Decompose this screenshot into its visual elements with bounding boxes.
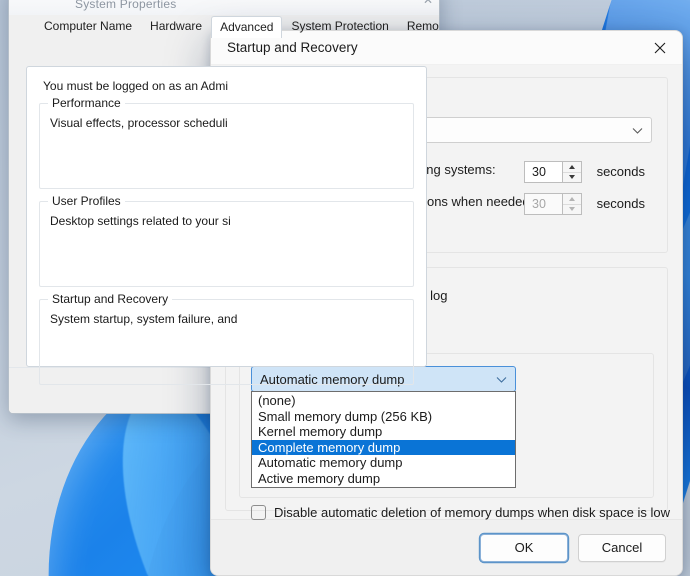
system-properties-body: Computer Name Hardware Advanced System P… (9, 15, 439, 413)
timeout-os-stepper[interactable]: 30 (524, 161, 582, 183)
timeout-recovery-unit: seconds (596, 196, 645, 211)
startup-recovery-group-legend: Startup and Recovery (48, 292, 173, 306)
timeout-os-value[interactable]: 30 (524, 161, 562, 183)
dialog-title: Startup and Recovery (227, 40, 358, 55)
performance-group-legend: Performance (48, 96, 125, 110)
dropdown-option-complete-memory-dump[interactable]: Complete memory dump (252, 439, 515, 455)
triangle-up-icon (569, 196, 575, 201)
triangle-up-icon (569, 164, 575, 169)
startup-recovery-group-description: System startup, system failure, and (50, 312, 238, 326)
timeout-recovery-stepper[interactable]: 30 (524, 193, 582, 215)
tab-computer-name[interactable]: Computer Name (35, 15, 141, 37)
timeout-recovery-increment-button (563, 194, 581, 205)
performance-group: Performance Visual effects, processor sc… (39, 96, 414, 189)
performance-group-description: Visual effects, processor scheduli (50, 116, 228, 130)
timeout-os-decrement-button[interactable] (563, 173, 581, 183)
timeout-recovery-decrement-button (563, 205, 581, 215)
disable-deletion-checkbox[interactable] (251, 504, 266, 520)
dump-type-dropdown-list[interactable]: (none) Small memory dump (256 KB) Kernel… (251, 391, 516, 488)
timeout-os-unit: seconds (596, 164, 645, 179)
tab-advanced[interactable]: Advanced (211, 16, 283, 38)
timeout-os-stepper-buttons[interactable] (562, 161, 582, 183)
dropdown-option-none[interactable]: (none) (252, 393, 515, 409)
tab-remote[interactable]: Remote (398, 15, 439, 37)
admin-notice-text: You must be logged on as an Admi (43, 79, 229, 93)
dropdown-option-small-memory-dump[interactable]: Small memory dump (256 KB) (252, 409, 515, 425)
timeout-recovery-value: 30 (524, 193, 562, 215)
triangle-down-icon (569, 207, 575, 212)
chevron-down-icon (496, 372, 507, 387)
dropdown-option-automatic-memory-dump[interactable]: Automatic memory dump (252, 455, 515, 471)
timeout-os-increment-button[interactable] (563, 162, 581, 173)
dropdown-option-kernel-memory-dump[interactable]: Kernel memory dump (252, 424, 515, 440)
triangle-down-icon (569, 175, 575, 180)
chevron-down-icon (632, 123, 643, 138)
disable-deletion-row: Disable automatic deletion of memory dum… (251, 500, 670, 524)
advanced-tab-panel: You must be logged on as an Admi Perform… (26, 66, 427, 385)
disable-deletion-label: Disable automatic deletion of memory dum… (274, 504, 670, 520)
close-icon[interactable] (638, 31, 682, 65)
dropdown-option-active-memory-dump[interactable]: Active memory dump (252, 471, 515, 487)
startup-recovery-group: Startup and Recovery System startup, sys… (39, 292, 414, 385)
tab-hardware[interactable]: Hardware (141, 15, 211, 37)
close-icon[interactable]: ✕ (423, 0, 433, 7)
system-properties-titlebar: System Properties ✕ (9, 0, 439, 15)
tab-system-protection[interactable]: System Protection (282, 15, 397, 37)
cancel-button[interactable]: Cancel (578, 533, 666, 562)
system-properties-tabstrip: Computer Name Hardware Advanced System P… (35, 15, 439, 38)
user-profiles-group-description: Desktop settings related to your si (50, 214, 231, 228)
timeout-recovery-stepper-buttons (562, 193, 582, 215)
dialog-footer: OK Cancel (211, 519, 682, 575)
system-properties-title: System Properties (75, 0, 177, 11)
user-profiles-group: User Profiles Desktop settings related t… (39, 194, 414, 287)
ok-button[interactable]: OK (480, 533, 568, 562)
user-profiles-group-legend: User Profiles (48, 194, 125, 208)
